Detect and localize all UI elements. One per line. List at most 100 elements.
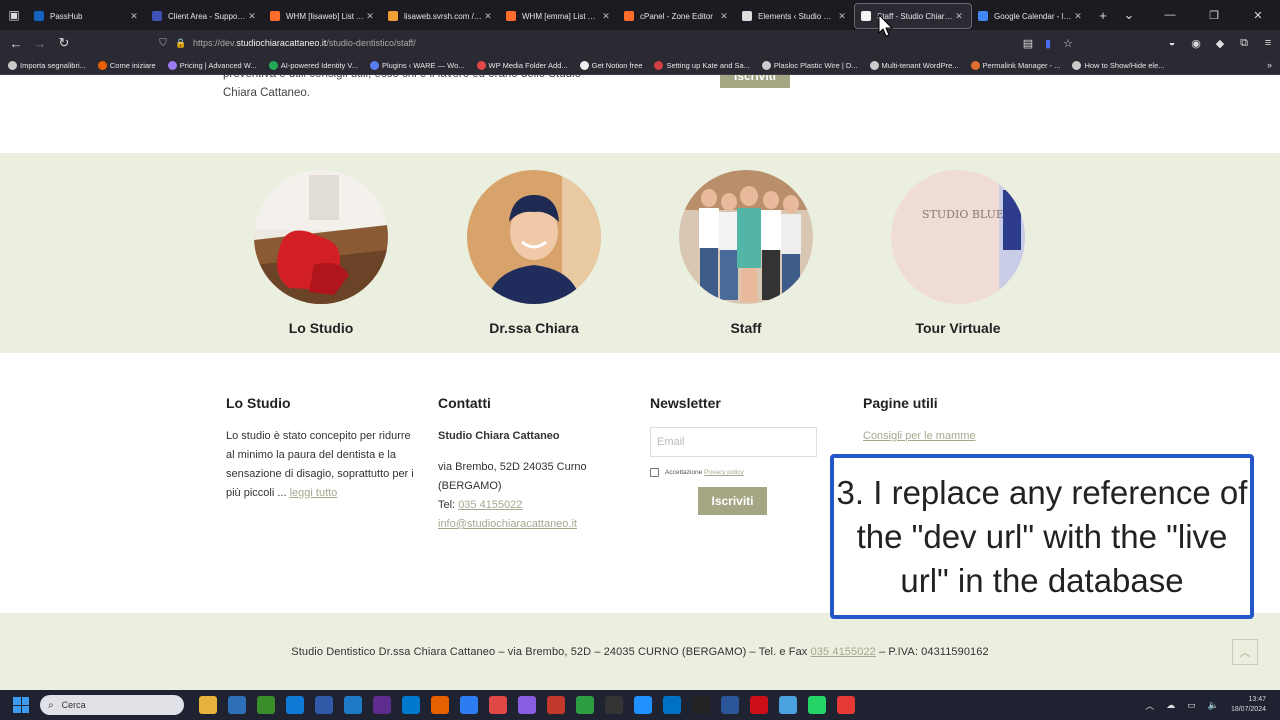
tab-close-icon[interactable]: ✕ [128, 11, 140, 22]
tab-close-icon[interactable]: ✕ [600, 11, 612, 22]
newsletter-email-input[interactable]: Email [650, 427, 817, 457]
bookmark-item[interactable]: Permalink Manager - ... [970, 60, 1060, 70]
taskbar-app-icon[interactable] [779, 696, 797, 714]
bookmark-item[interactable]: Multi-tenant WordPre... [869, 60, 959, 70]
start-button[interactable] [10, 694, 32, 716]
browser-tab[interactable]: PassHub ✕ [28, 3, 146, 29]
bookmark-star-icon[interactable]: ☆ [1056, 37, 1080, 50]
tray-chevron-icon[interactable]: ︿ [1145, 699, 1154, 712]
tab-close-icon[interactable]: ✕ [482, 11, 494, 22]
taskbar-app-icon[interactable] [402, 696, 420, 714]
bookmark-item[interactable]: Come iniziare [97, 60, 156, 70]
circle-link-tour-virtuale[interactable]: STUDIO BLUE Tour Virtuale [878, 170, 1038, 336]
taskbar-app-icon[interactable] [460, 696, 478, 714]
browser-tab[interactable]: Google Calendar - lugl ✕ [972, 3, 1090, 29]
taskbar-app-icon[interactable] [257, 696, 275, 714]
menu-icon[interactable]: ≡ [1256, 37, 1280, 49]
circle-link-staff[interactable]: Staff [666, 170, 826, 336]
bookmark-item[interactable]: Get Notion free [579, 60, 642, 70]
taskbar-app-icon[interactable] [286, 696, 304, 714]
tab-overflow-icon[interactable]: ⌄ [1116, 7, 1142, 23]
taskbar-app-icon[interactable] [431, 696, 449, 714]
tab-close-icon[interactable]: ✕ [246, 11, 258, 22]
taskbar-app-icon[interactable] [692, 696, 710, 714]
taskbar-app-icon[interactable] [518, 696, 536, 714]
taskbar-app-icon[interactable] [228, 696, 246, 714]
circle-link-dr-chiara[interactable]: Dr.ssa Chiara [454, 170, 614, 336]
account-icon[interactable]: ◉ [1184, 37, 1208, 50]
extensions-icon[interactable]: ⧉ [1232, 37, 1256, 50]
browser-tab[interactable]: Client Area - SupportH ✕ [146, 3, 264, 29]
taskbar-app-icon[interactable] [199, 696, 217, 714]
lock-icon[interactable]: 🔒 [175, 38, 187, 49]
taskbar-app-icon[interactable] [837, 696, 855, 714]
taskbar-app-icon[interactable] [663, 696, 681, 714]
taskbar-app-icon[interactable] [605, 696, 623, 714]
forward-icon[interactable]: → [28, 36, 52, 51]
studio-description: Lo studio è stato concepito per ridurre … [226, 430, 414, 499]
bookmark-item[interactable]: WP Media Folder Add... [476, 60, 568, 70]
bookmarks-overflow-icon[interactable]: » [1267, 60, 1272, 70]
tab-close-icon[interactable]: ✕ [1072, 11, 1084, 22]
footer-bar: Studio Dentistico Dr.ssa Chiara Cattaneo… [0, 613, 1280, 690]
browser-tab[interactable]: WHM [emma] List Acc ✕ [500, 3, 618, 29]
browser-tab[interactable]: lisaweb.svrsh.com / lo ✕ [382, 3, 500, 29]
bookmark-item[interactable]: Setting up Kate and Sa... [654, 60, 750, 70]
tab-list-icon[interactable]: ▣ [0, 0, 28, 30]
tab-close-icon[interactable]: ✕ [953, 11, 965, 22]
reload-icon[interactable]: ↻ [52, 35, 76, 51]
tab-close-icon[interactable]: ✕ [836, 11, 848, 22]
bookmark-item[interactable]: AI-powered Identity V... [268, 60, 359, 70]
bookmark-label: AI-powered Identity V... [280, 60, 359, 70]
new-tab-icon[interactable]: + [1090, 8, 1116, 23]
clock[interactable]: 13:47 18/07/2024 [1231, 695, 1266, 715]
circle-link-lo-studio[interactable]: Lo Studio [241, 170, 401, 336]
taskbar-app-icon[interactable] [634, 696, 652, 714]
shield-icon[interactable]: ⛉ [155, 38, 171, 49]
bookmark-item[interactable]: Importa segnalibri... [8, 60, 86, 70]
browser-tab[interactable]: WHM [lisaweb] List Acc ✕ [264, 3, 382, 29]
taskbar-app-icon[interactable] [489, 696, 507, 714]
close-window-icon[interactable]: ✕ [1236, 9, 1280, 22]
taskbar-app-icon[interactable] [344, 696, 362, 714]
top-subscribe-button[interactable]: Iscriviti [720, 75, 790, 88]
scroll-to-top-button[interactable]: ︿ [1232, 639, 1258, 665]
taskbar-app-icon[interactable] [373, 696, 391, 714]
tab-close-icon[interactable]: ✕ [364, 11, 376, 22]
taskbar-app-icon[interactable] [576, 696, 594, 714]
read-more-link[interactable]: leggi tutto [290, 487, 338, 499]
taskbar-app-icon[interactable] [721, 696, 739, 714]
email-link[interactable]: info@studiochiaracattaneo.it [438, 518, 577, 530]
volume-icon[interactable]: 🔈 [1208, 700, 1219, 711]
taskbar-search[interactable]: ⌕ Cerca [40, 695, 184, 715]
useful-page-link[interactable]: Consigli per le mamme [863, 430, 975, 442]
taskbar-app-icon[interactable] [315, 696, 333, 714]
privacy-policy-link[interactable]: Privacy policy [704, 469, 744, 476]
footer-phone-link[interactable]: 035 4155022 [811, 646, 876, 658]
footer-col-pagine: Pagine utili Consigli per le mamme [863, 395, 1053, 446]
bookmark-item[interactable]: How to Show/Hide ele... [1072, 60, 1165, 70]
extension-icon[interactable]: ◆ [1208, 37, 1232, 50]
minimize-icon[interactable]: — [1148, 9, 1192, 22]
phone-link[interactable]: 035 4155022 [458, 499, 522, 511]
taskbar-app-icon[interactable] [547, 696, 565, 714]
pocket-icon[interactable]: ◒ [1160, 37, 1184, 49]
restore-icon[interactable]: ❐ [1192, 9, 1236, 22]
back-icon[interactable]: ← [4, 36, 28, 51]
network-icon[interactable]: ▭ [1187, 700, 1196, 711]
url-prefix: https://dev. [193, 38, 237, 48]
browser-tab[interactable]: cPanel - Zone Editor ✕ [618, 3, 736, 29]
browser-tab[interactable]: Staff - Studio Chiara C ✕ [854, 3, 972, 29]
newsletter-subscribe-button[interactable]: Iscriviti [698, 487, 767, 515]
bookmark-item[interactable]: Pricing | Advanced W... [167, 60, 257, 70]
taskbar-app-icon[interactable] [750, 696, 768, 714]
tab-close-icon[interactable]: ✕ [718, 11, 730, 22]
tab-label: Google Calendar - lugl [994, 11, 1072, 21]
url-bar[interactable]: ⛉ 🔒 https://dev. studiochiaracattaneo.it /… [155, 33, 1085, 53]
bookmark-item[interactable]: Plugins ‹ WARE — Wo... [370, 60, 465, 70]
cloud-icon[interactable]: ☁ [1166, 700, 1175, 711]
taskbar-app-icon[interactable] [808, 696, 826, 714]
browser-tab[interactable]: Elements ‹ Studio Chia ✕ [736, 3, 854, 29]
privacy-checkbox[interactable] [650, 468, 659, 477]
bookmark-item[interactable]: Plasloc Plastic Wire | D... [761, 60, 858, 70]
